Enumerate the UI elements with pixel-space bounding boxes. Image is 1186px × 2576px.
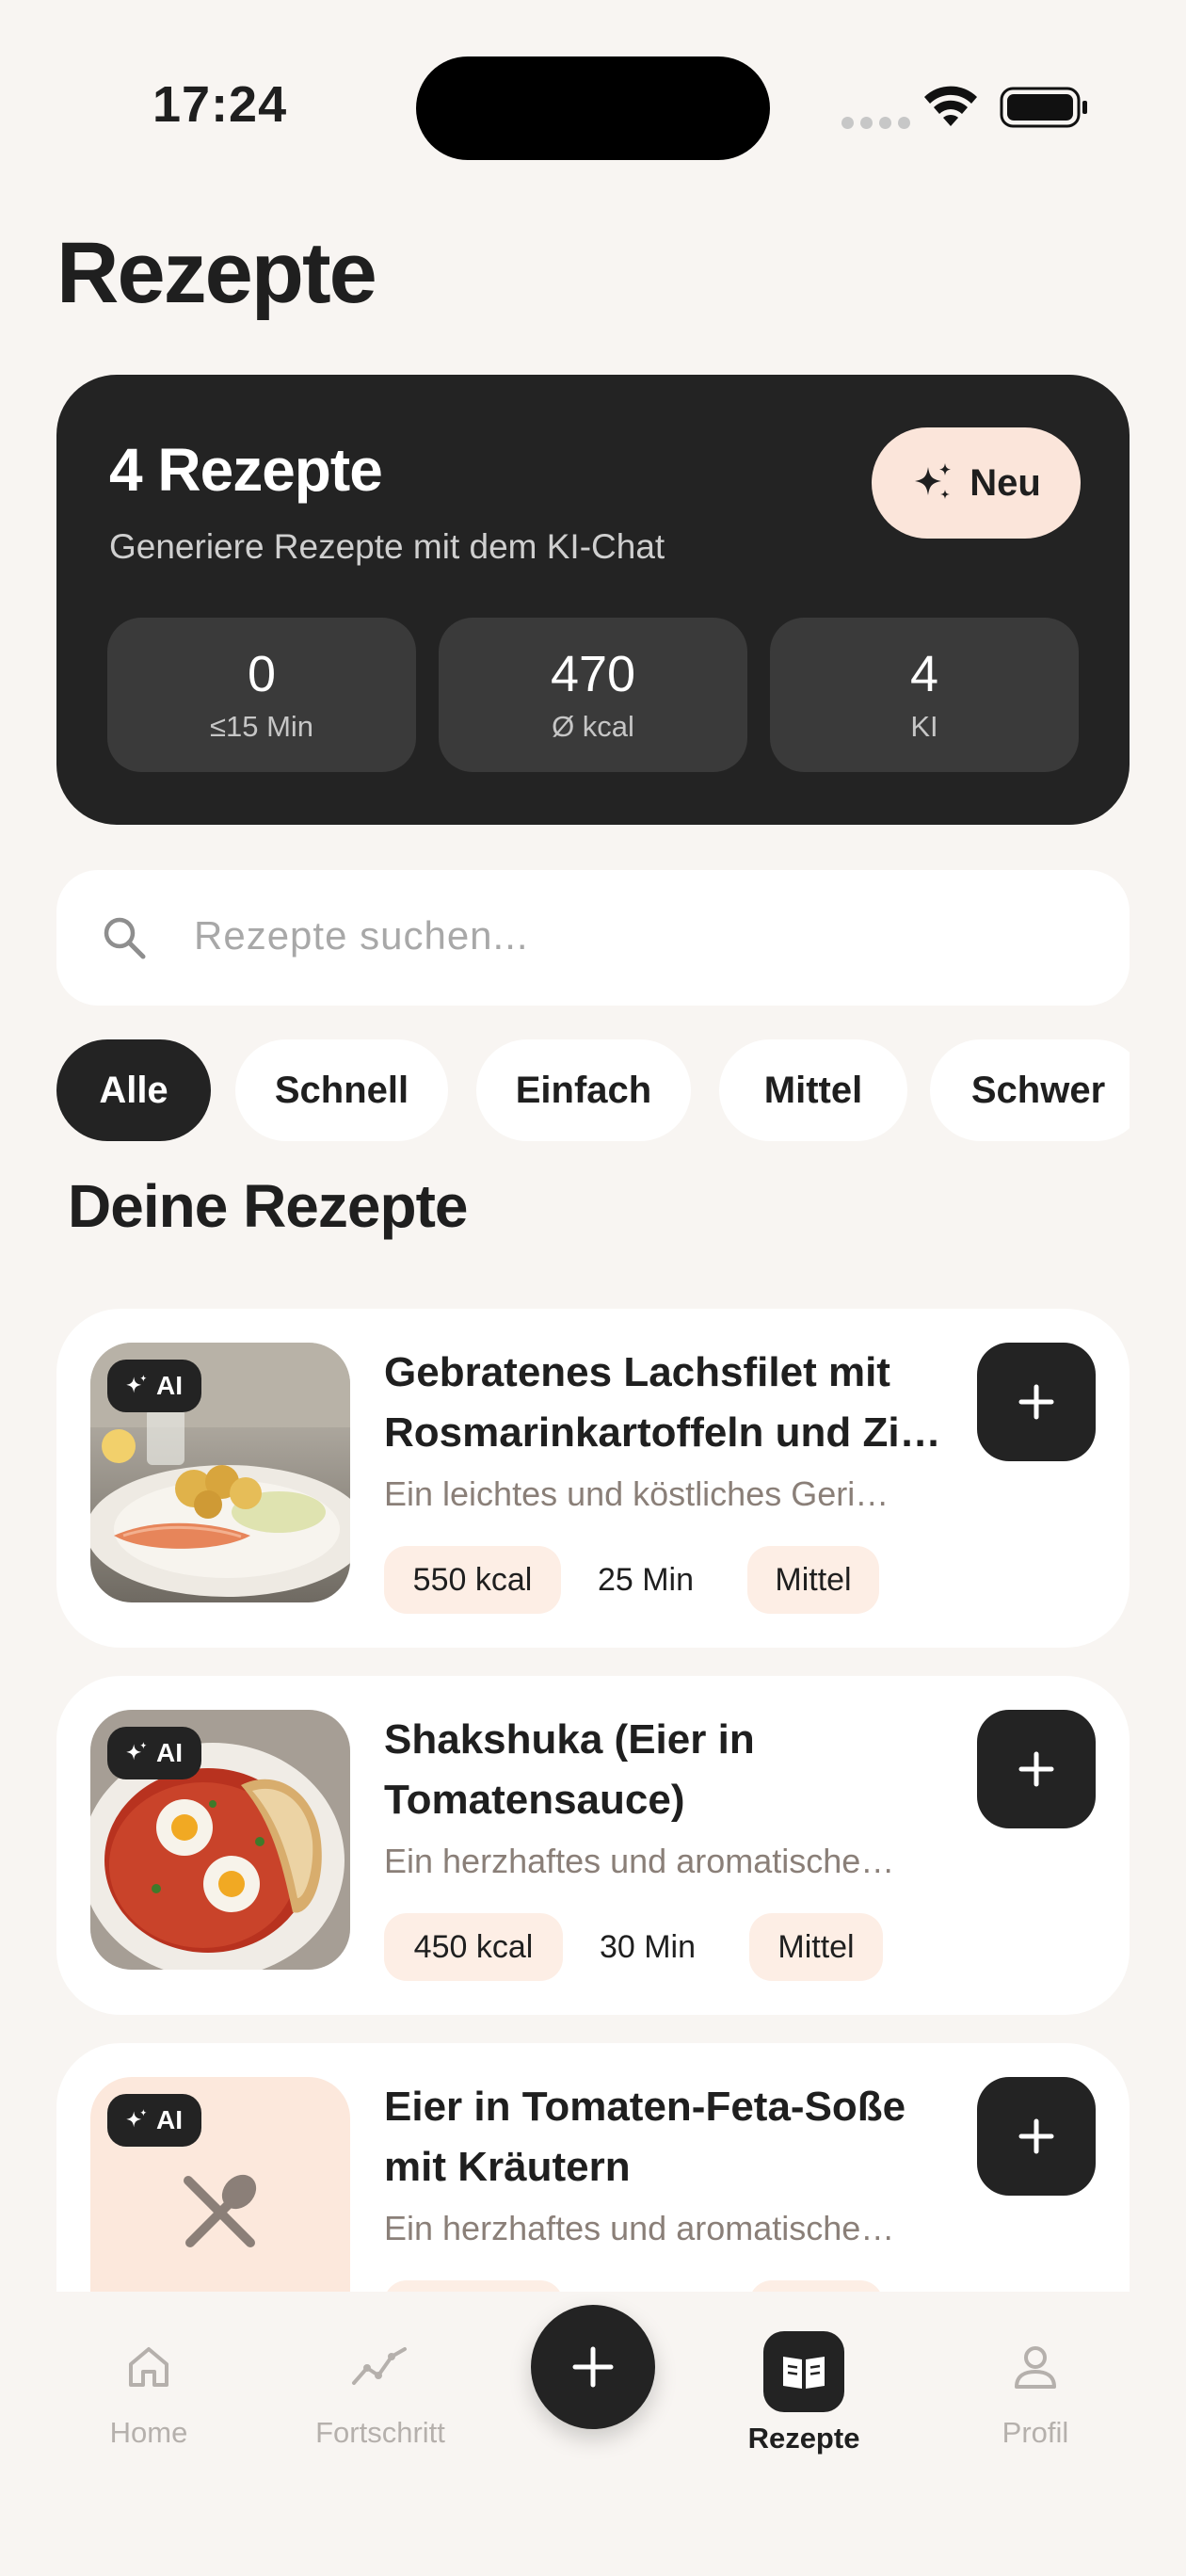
recipe-title-line: Eier in Tomaten-Feta-Soße: [384, 2084, 906, 2130]
ai-badge-label: AI: [156, 1738, 183, 1767]
ai-badge: AI: [107, 1360, 201, 1412]
difficulty-tag: Mittel: [747, 1546, 879, 1614]
difficulty-tag: Mittel: [749, 1913, 883, 1981]
sparkles-icon: [915, 463, 952, 499]
time-tag: 30 Min: [599, 1928, 697, 1965]
recipe-description: Ein herzhaftes und aromatische…: [384, 1842, 895, 1880]
recipe-description: Ein leichtes und köstliches Geri…: [384, 1474, 890, 1513]
progress-chart-icon: [352, 2347, 407, 2385]
difficulty-filter-chips: Alle Schnell Einfach Mittel Schwer: [56, 1039, 1130, 1141]
recipe-title-line: mit Kräutern: [384, 2144, 631, 2190]
recipe-summary-subtitle: Generiere Rezepte mit dem KI-Chat: [109, 527, 665, 566]
filter-chip-schnell[interactable]: Schnell: [235, 1039, 448, 1141]
filter-chip-einfach[interactable]: Einfach: [476, 1039, 691, 1141]
time-tag: 25 Min: [597, 1561, 695, 1598]
battery-icon: [1000, 87, 1087, 128]
recipe-title: Shakshuka (Eier in Tomatensauce): [384, 1710, 968, 1830]
ai-badge-label: AI: [156, 2105, 183, 2134]
recipe-count-title: 4 Rezepte: [109, 436, 383, 504]
recipe-title-line: Gebratenes Lachsfilet mit: [384, 1349, 890, 1395]
recipe-image-salmon: AI: [90, 1343, 350, 1602]
person-icon: [1015, 2346, 1056, 2389]
nav-label: Fortschritt: [315, 2416, 445, 2449]
recipe-card[interactable]: AI Gebratenes Lachsfilet mit Rosmarinkar…: [56, 1309, 1130, 1648]
nav-item-progress[interactable]: Fortschritt: [286, 2337, 474, 2450]
recipe-title-line: Rosmarinkartoffeln und Zi…: [384, 1409, 941, 1456]
recipe-title-line: Shakshuka (Eier in: [384, 1716, 755, 1763]
nav-item-recipes[interactable]: Rezepte: [710, 2331, 898, 2455]
section-title: Deine Rezepte: [68, 1172, 468, 1240]
sparkles-icon: [126, 2109, 147, 2128]
stat-average-kcal: 470 Ø kcal: [439, 618, 747, 772]
stat-value: 4: [909, 646, 939, 702]
plus-icon: [1018, 1384, 1054, 1420]
search-icon: [104, 917, 146, 959]
page-title: Rezepte: [56, 225, 377, 321]
kcal-tag: 450 kcal: [384, 1913, 563, 1981]
filter-chip-schwer[interactable]: Schwer: [930, 1039, 1130, 1141]
dynamic-island: [416, 56, 770, 160]
plus-icon: [1018, 2118, 1054, 2154]
add-recipe-button[interactable]: [977, 1343, 1096, 1461]
new-recipe-button[interactable]: Neu: [872, 427, 1081, 539]
recipe-image-shakshuka: AI: [90, 1710, 350, 1970]
sparkles-icon: [126, 1742, 147, 1761]
home-icon: [129, 2347, 168, 2387]
plus-icon: [1018, 1751, 1054, 1787]
ai-badge-label: AI: [156, 1371, 183, 1400]
book-icon: [783, 2357, 825, 2389]
filter-chip-alle[interactable]: Alle: [56, 1039, 211, 1141]
wifi-icon: [924, 86, 977, 126]
stat-value: 470: [550, 646, 636, 702]
nav-item-home[interactable]: Home: [55, 2337, 243, 2450]
new-recipe-label: Neu: [970, 461, 1041, 504]
kcal-tag: 550 kcal: [384, 1546, 561, 1614]
stat-value: 0: [247, 646, 277, 702]
stat-label: ≤15 Min: [209, 710, 314, 743]
recipe-description: Ein herzhaftes und aromatische…: [384, 2209, 895, 2247]
recipe-title: Eier in Tomaten-Feta-Soße mit Kräutern: [384, 2077, 968, 2198]
recipe-card[interactable]: AI Shakshuka (Eier in Tomatensauce) Ein …: [56, 1676, 1130, 2015]
search-input[interactable]: Rezepte suchen...: [56, 870, 1130, 1006]
nav-item-profile[interactable]: Profil: [941, 2337, 1130, 2450]
plus-icon: [572, 2346, 614, 2388]
nav-label: Profil: [1002, 2416, 1069, 2449]
recipe-summary-card: 4 Rezepte Generiere Rezepte mit dem KI-C…: [56, 375, 1130, 825]
ai-badge: AI: [107, 1727, 201, 1779]
add-floating-button[interactable]: [531, 2305, 655, 2429]
cellular-signal-icon: [841, 117, 910, 129]
nav-label: Home: [109, 2416, 188, 2449]
recipe-title-line: Tomatensauce): [384, 1777, 685, 1823]
sparkles-icon: [126, 1375, 147, 1393]
nav-label: Rezepte: [747, 2422, 860, 2455]
ai-badge: AI: [107, 2094, 201, 2147]
search-placeholder: Rezepte suchen...: [194, 913, 529, 958]
stat-label: KI: [910, 710, 938, 743]
stat-quick-recipes: 0 ≤15 Min: [107, 618, 416, 772]
stat-label: Ø kcal: [552, 710, 634, 743]
recipe-title: Gebratenes Lachsfilet mit Rosmarinkartof…: [384, 1343, 968, 1463]
add-recipe-button[interactable]: [977, 1710, 1096, 1828]
status-time: 17:24: [152, 76, 288, 133]
add-recipe-button[interactable]: [977, 2077, 1096, 2196]
fork-knife-icon: [184, 2174, 257, 2247]
filter-chip-mittel[interactable]: Mittel: [719, 1039, 907, 1141]
stat-ai-recipes: 4 KI: [770, 618, 1079, 772]
